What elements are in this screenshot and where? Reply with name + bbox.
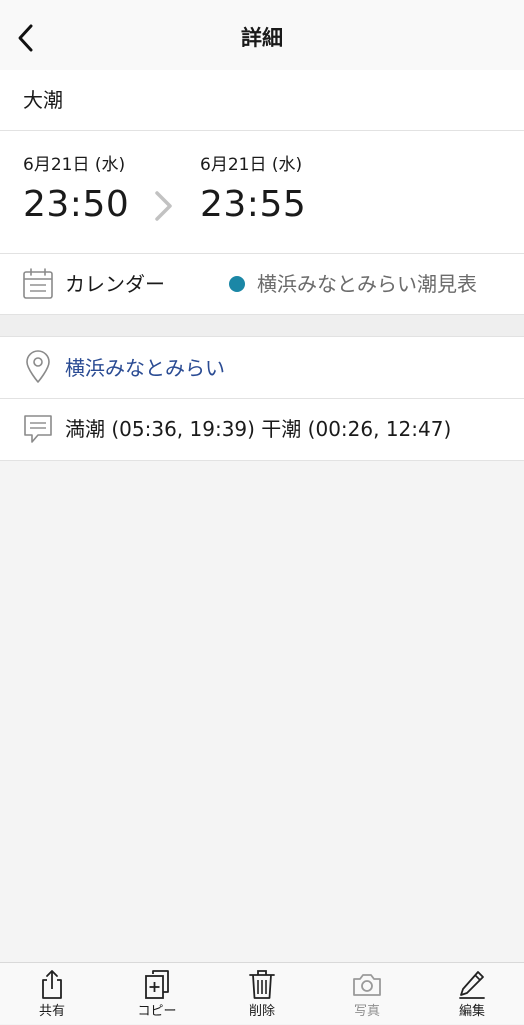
calendar-label: カレンダー <box>65 272 165 296</box>
calendar-name: 横浜みなとみらい潮見表 <box>257 272 477 296</box>
note-text: 満潮 (05:36, 19:39) 干潮 (00:26, 12:47) <box>65 417 452 441</box>
share-button[interactable]: 共有 <box>0 963 104 1025</box>
delete-label: 削除 <box>248 1004 275 1019</box>
copy-label: コピー <box>137 1004 177 1019</box>
location-text[interactable]: 横浜みなとみらい <box>65 354 225 382</box>
calendar-icon <box>23 268 53 299</box>
event-time-row: 6月21日 (水) 23:50 6月21日 (水) 23:55 <box>0 131 524 254</box>
start-time: 23:50 <box>23 184 130 225</box>
calendar-row[interactable]: カレンダー 横浜みなとみらい潮見表 <box>0 254 524 315</box>
photo-button[interactable]: 写真 <box>315 963 419 1025</box>
location-row[interactable]: 横浜みなとみらい <box>0 337 524 399</box>
trash-icon <box>249 970 275 999</box>
section-separator <box>0 315 524 337</box>
event-title-row: 大潮 <box>0 70 524 131</box>
chevron-right-icon <box>155 191 172 221</box>
share-label: 共有 <box>38 1004 65 1019</box>
copy-icon <box>145 970 169 999</box>
start-date: 6月21日 (水) <box>23 155 126 175</box>
page-title: 詳細 <box>241 26 283 50</box>
photo-label: 写真 <box>353 1004 380 1019</box>
copy-button[interactable]: コピー <box>105 963 209 1025</box>
location-pin-icon <box>26 350 50 383</box>
edit-button[interactable]: 編集 <box>420 963 524 1025</box>
share-icon <box>42 970 62 999</box>
comment-icon <box>24 415 52 443</box>
camera-icon <box>353 974 381 996</box>
edit-label: 編集 <box>458 1004 485 1019</box>
pencil-icon <box>459 971 485 999</box>
delete-button[interactable]: 削除 <box>210 963 314 1025</box>
note-row: 満潮 (05:36, 19:39) 干潮 (00:26, 12:47) <box>0 399 524 461</box>
bottom-toolbar: 共有 コピー 削除 写真 編集 <box>0 962 524 1024</box>
end-time: 23:55 <box>200 184 307 225</box>
event-title: 大潮 <box>23 88 63 112</box>
end-date: 6月21日 (水) <box>200 155 303 175</box>
calendar-color-dot <box>229 276 245 292</box>
navigation-bar: 詳細 <box>0 0 524 71</box>
